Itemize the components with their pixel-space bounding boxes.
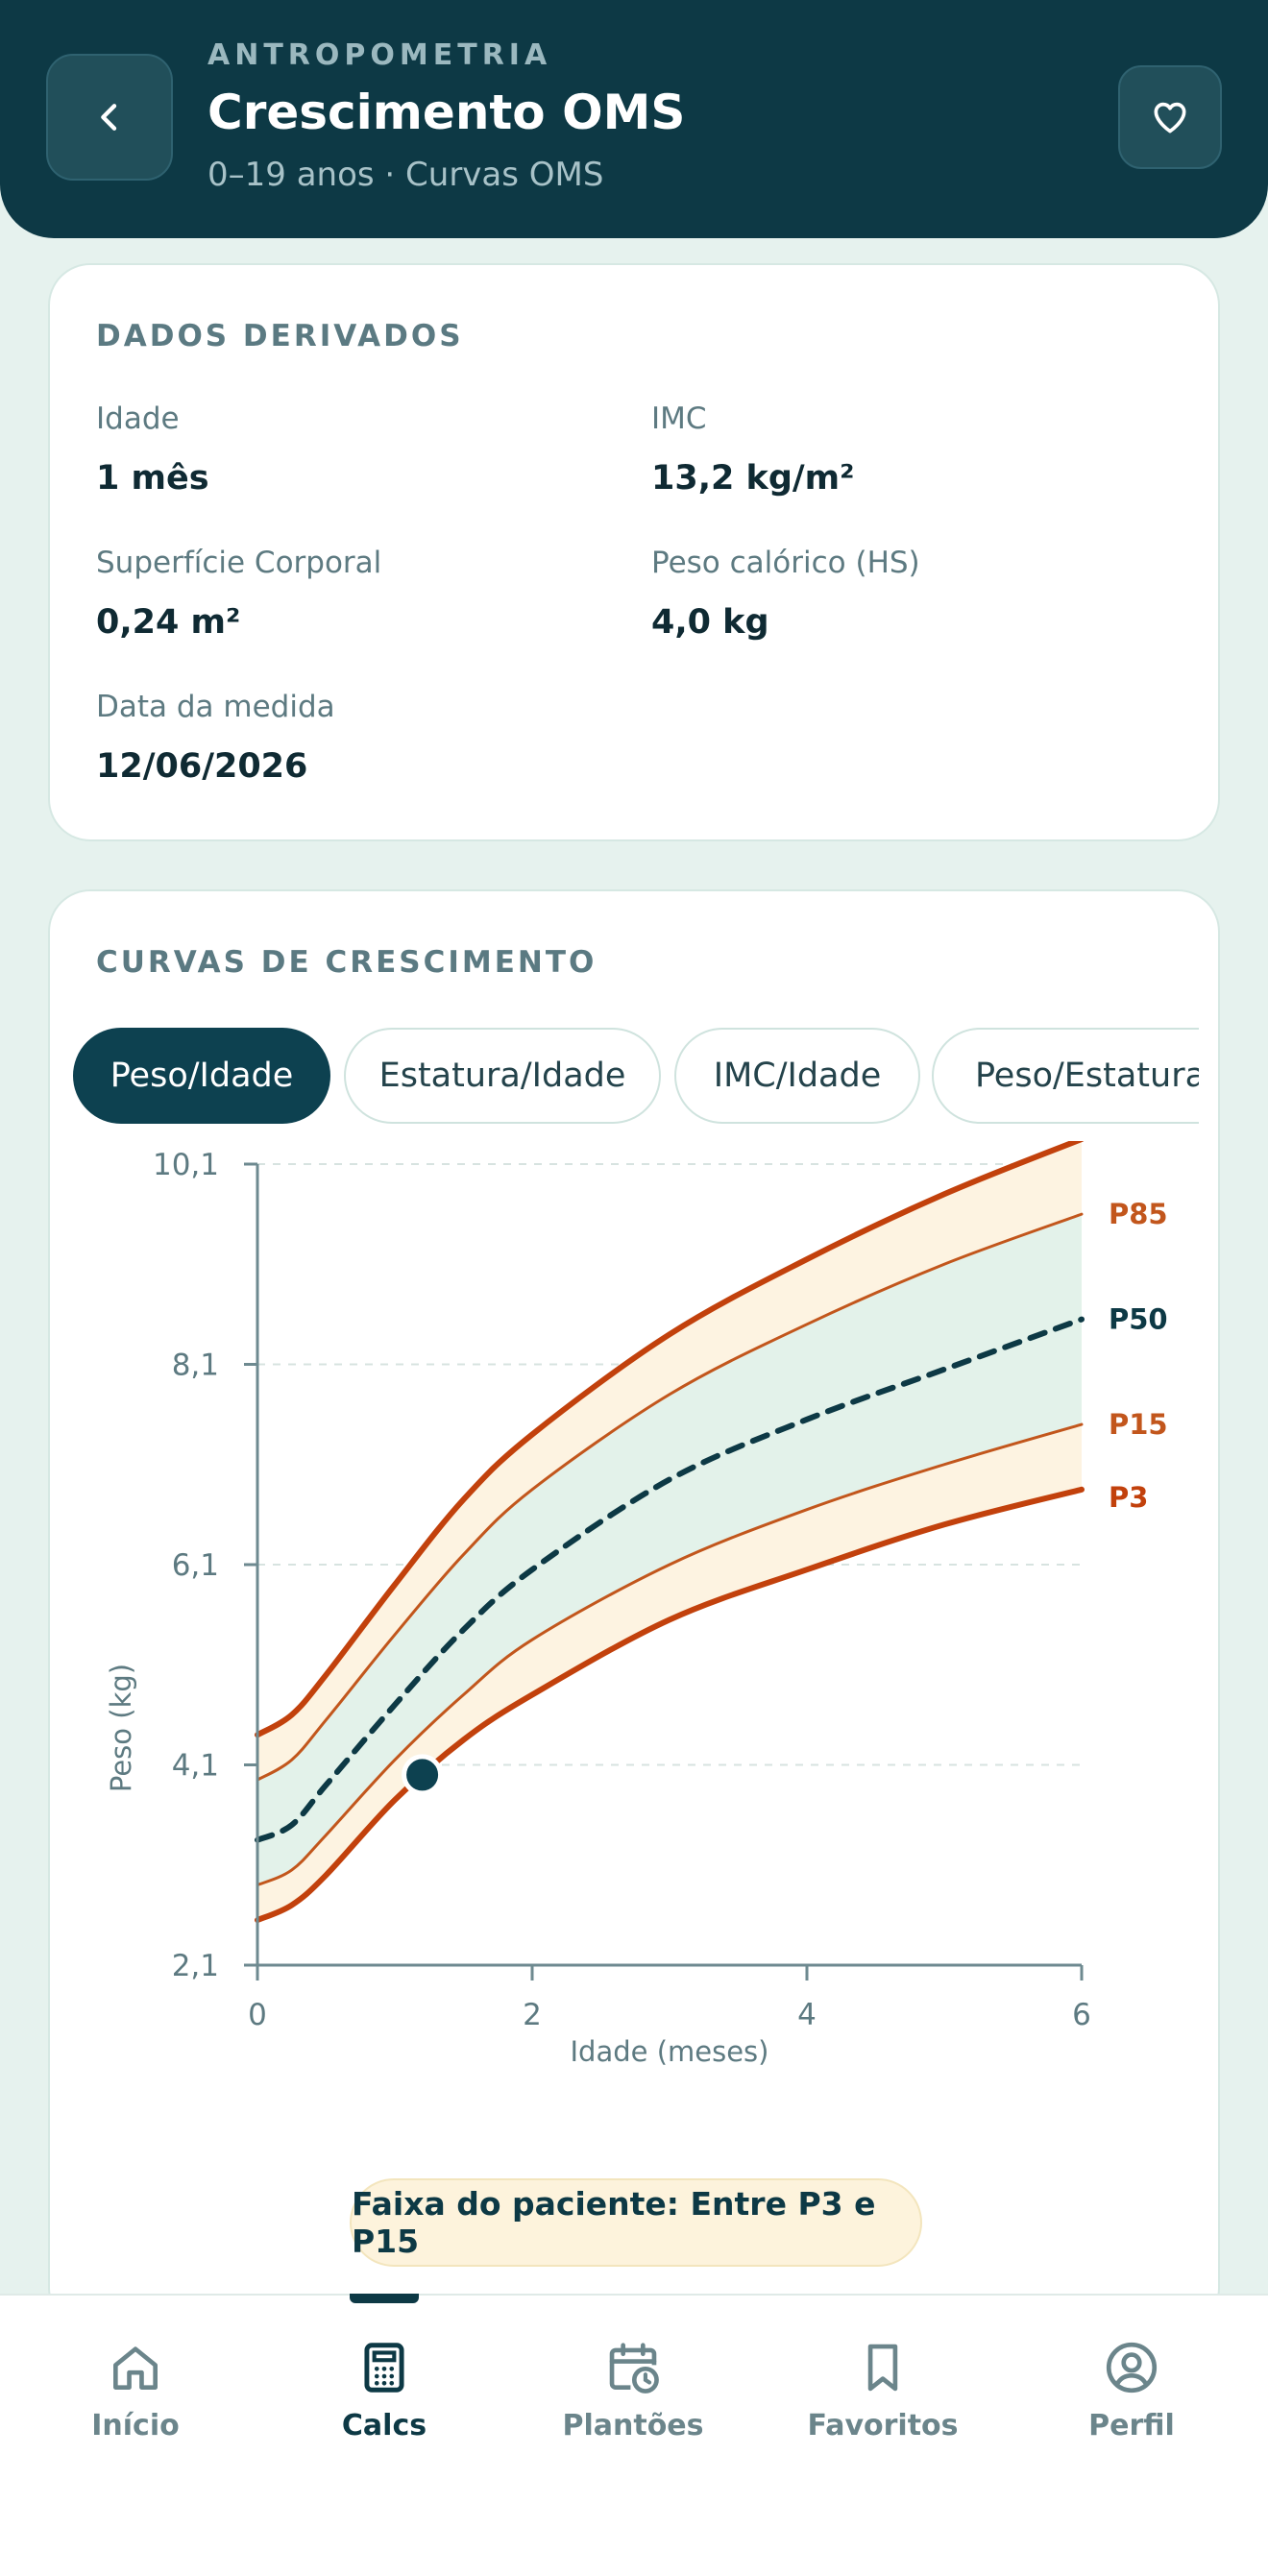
caloric-weight-label: Peso calórico (HS)	[651, 546, 920, 580]
favorite-button[interactable]	[1118, 65, 1222, 169]
percentile-label-p50: P50	[1109, 1303, 1168, 1336]
patient-point	[402, 1754, 444, 1796]
page-title: Crescimento OMS	[207, 85, 686, 140]
nav-item-favoritos[interactable]: Favoritos	[756, 2296, 1010, 2488]
nav-label-plantoes: Plantões	[562, 2409, 704, 2442]
x-axis-title: Idade (meses)	[571, 2035, 769, 2068]
x-tick-label: 2	[523, 1998, 542, 2032]
y-tick-label: 10,1	[153, 1148, 219, 1182]
home-icon	[113, 2346, 158, 2390]
tab-height-age[interactable]: Estatura/Idade	[344, 1028, 661, 1124]
nav-item-plantoes[interactable]: Plantões	[506, 2296, 760, 2488]
nav-item-calcs[interactable]: Calcs	[257, 2296, 511, 2488]
nav-label-inicio: Início	[91, 2409, 180, 2442]
tab-weight-height[interactable]: Peso/Estatura	[932, 1028, 1199, 1124]
y-tick-label: 4,1	[172, 1749, 219, 1784]
percentile-label-p3: P3	[1109, 1481, 1148, 1514]
nav-label-perfil: Perfil	[1088, 2409, 1175, 2442]
measure-date-value: 12/06/2026	[96, 747, 308, 786]
body-surface-value: 0,24 m²	[96, 603, 241, 642]
bmi-label: IMC	[651, 401, 707, 436]
nav-item-inicio[interactable]: Início	[9, 2296, 262, 2488]
calculator-icon	[364, 2343, 404, 2393]
measure-date-label: Data da medida	[96, 690, 335, 724]
percentile-label-p15: P15	[1109, 1408, 1168, 1441]
derived-data-card: DADOS DERIVADOS Idade 1 mês IMC 13,2 kg/…	[48, 263, 1220, 841]
page-subtitle: 0–19 anos · Curvas OMS	[207, 156, 604, 194]
app-header: ANTROPOMETRIA Crescimento OMS 0–19 anos …	[0, 0, 1268, 238]
percentile-label-p85: P85	[1109, 1198, 1168, 1230]
chevron-left-icon	[101, 104, 117, 131]
bmi-value: 13,2 kg/m²	[651, 459, 855, 498]
body-surface-label: Superfície Corporal	[96, 546, 382, 580]
nav-label-favoritos: Favoritos	[807, 2409, 959, 2442]
back-button[interactable]	[46, 54, 173, 181]
age-label: Idade	[96, 401, 180, 436]
bottom-nav: Início Calcs Plantões Favoritos Perfil	[0, 2294, 1268, 2576]
chart-tabs: Peso/Idade Estatura/Idade IMC/Idade Peso…	[73, 1022, 1199, 1130]
age-value: 1 mês	[96, 459, 209, 498]
heart-icon	[1154, 102, 1186, 134]
y-axis-title: Peso (kg)	[105, 1664, 137, 1792]
patient-range-badge: Faixa do paciente: Entre P3 e P15	[350, 2178, 922, 2267]
x-tick-label: 0	[248, 1998, 267, 2032]
y-tick-label: 2,1	[172, 1949, 219, 1983]
caloric-weight-value: 4,0 kg	[651, 603, 769, 642]
header-eyebrow: ANTROPOMETRIA	[207, 38, 552, 72]
tab-weight-age[interactable]: Peso/Idade	[73, 1028, 330, 1124]
growth-curves-card: CURVAS DE CRESCIMENTO Peso/Idade Estatur…	[48, 889, 1220, 2330]
x-tick-label: 6	[1072, 1998, 1091, 2032]
growth-chart: 2,1 4,1 6,1 8,1 10,1 0 2 4 6 Idade (meses) Peso (k…	[105, 1141, 1168, 2068]
y-tick-label: 8,1	[172, 1349, 219, 1383]
nav-item-perfil[interactable]: Perfil	[1005, 2296, 1258, 2488]
x-tick-label: 4	[797, 1998, 817, 2032]
y-tick-label: 6,1	[172, 1548, 219, 1583]
bookmark-icon	[867, 2344, 898, 2392]
calendar-clock-icon	[609, 2343, 659, 2394]
nav-label-calcs: Calcs	[341, 2409, 427, 2442]
tab-bmi-age[interactable]: IMC/Idade	[674, 1028, 920, 1124]
derived-section-title: DADOS DERIVADOS	[96, 319, 464, 353]
curves-section-title: CURVAS DE CRESCIMENTO	[96, 945, 597, 980]
user-circle-icon	[1106, 2342, 1158, 2394]
